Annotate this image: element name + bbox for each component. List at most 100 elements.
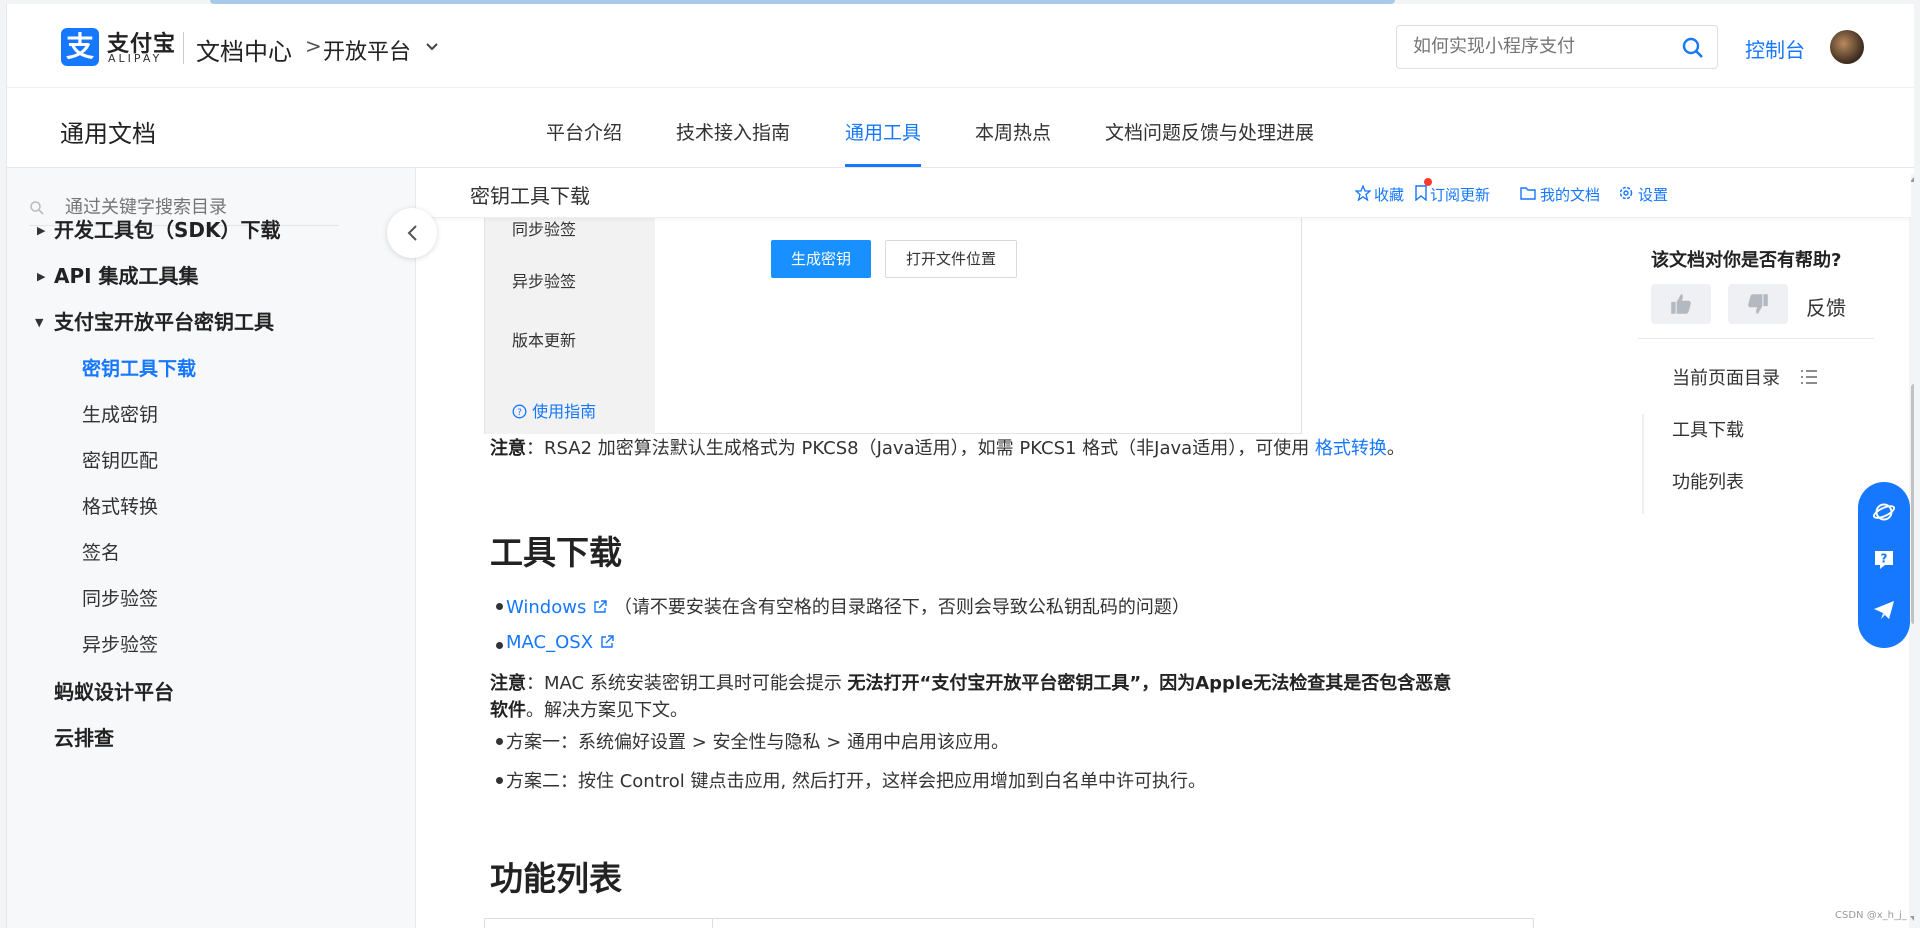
sidebar-item-generate-key[interactable]: 生成密钥 bbox=[82, 400, 158, 427]
windows-note: （请不要安装在含有空格的目录路径下，否则会导致公私钥乱码的问题） bbox=[613, 597, 1190, 618]
bookmark-icon[interactable] bbox=[1414, 185, 1428, 201]
heading-feature-list: 功能列表 bbox=[490, 859, 622, 898]
sidebar-item-key-tool[interactable]: 支付宝开放平台密钥工具 bbox=[54, 306, 274, 335]
right-panel-divider bbox=[1638, 338, 1874, 339]
sidebar-item-sdk-download[interactable]: 开发工具包（SDK）下载 bbox=[54, 214, 281, 243]
note-bold: 无法打开“支付宝开放平台密钥工具”，因为Apple无法检查其是否包含恶意 bbox=[847, 673, 1452, 694]
plan-two: 方案二：按住 Control 键点击应用, 然后打开，这样会把应用增加到白名单中… bbox=[506, 771, 1206, 792]
star-icon[interactable] bbox=[1355, 185, 1371, 201]
sidebar-item-api-tools[interactable]: API 集成工具集 bbox=[54, 260, 199, 289]
format-convert-link[interactable]: 格式转换 bbox=[1315, 438, 1387, 459]
sidebar-item-cloud-check[interactable]: 云排查 bbox=[54, 722, 114, 751]
note-end: 。解决方案见下文。 bbox=[526, 700, 688, 721]
logo-subtext: ALIPAY bbox=[108, 52, 163, 65]
screenshot-open-folder-button: 打开文件位置 bbox=[885, 240, 1017, 278]
sidebar: ▶ 开发工具包（SDK）下载 ▶ API 集成工具集 ▼ 支付宝开放平台密钥工具… bbox=[7, 168, 416, 928]
nav-title: 通用文档 bbox=[60, 120, 156, 148]
thumbs-down-icon bbox=[1748, 294, 1768, 314]
search-icon[interactable] bbox=[1681, 36, 1705, 60]
note-text: ：MAC 系统安装密钥工具时可能会提示 bbox=[526, 673, 848, 694]
floating-action-bar: ? bbox=[1858, 482, 1910, 648]
doc-center-link[interactable]: 文档中心 bbox=[196, 32, 292, 67]
toc-rail bbox=[1642, 414, 1644, 514]
help-question-icon[interactable]: ? bbox=[1872, 548, 1896, 572]
sidebar-item-ant-design[interactable]: 蚂蚁设计平台 bbox=[54, 676, 174, 705]
tab-weekly-hot[interactable]: 本周热点 bbox=[975, 118, 1051, 145]
note-end: 。 bbox=[1386, 438, 1405, 459]
plan-one: 方案一：系统偏好设置 > 安全性与隐私 > 通用中启用该应用。 bbox=[506, 732, 1010, 753]
sidebar-item-sign[interactable]: 签名 bbox=[82, 538, 120, 565]
tab-common-tools[interactable]: 通用工具 bbox=[845, 118, 921, 145]
doc-nav: 通用文档 平台介绍 技术接入指南 通用工具 本周热点 文档问题反馈与处理进展 bbox=[7, 88, 1914, 168]
breadcrumb-separator: > bbox=[305, 34, 322, 58]
doc-title: 密钥工具下载 bbox=[470, 184, 590, 208]
sidebar-item-format-convert[interactable]: 格式转换 bbox=[82, 492, 158, 519]
note-bold-2: 软件 bbox=[490, 700, 526, 721]
thumbs-up-icon bbox=[1671, 294, 1691, 314]
windows-download-link[interactable]: Windows bbox=[506, 597, 586, 618]
note-label: 注意 bbox=[490, 673, 526, 694]
caret-right-icon[interactable]: ▶ bbox=[37, 270, 45, 283]
note-label: 注意 bbox=[490, 438, 526, 459]
svg-text:?: ? bbox=[517, 408, 522, 418]
list-item: MAC_OSX bbox=[496, 632, 615, 653]
site-header: 支 支付宝 ALIPAY 文档中心 > 开放平台 控制台 bbox=[7, 4, 1914, 88]
tab-platform-intro[interactable]: 平台介绍 bbox=[546, 118, 622, 145]
tab-doc-feedback[interactable]: 文档问题反馈与处理进展 bbox=[1105, 118, 1314, 145]
scroll-down-arrow-icon[interactable] bbox=[1910, 914, 1914, 922]
toc-title: 当前页面目录 bbox=[1672, 368, 1780, 389]
settings-button[interactable]: 设置 bbox=[1638, 184, 1668, 205]
heading-tool-download: 工具下载 bbox=[490, 533, 622, 572]
active-tab-underline bbox=[845, 164, 921, 167]
note-text: ：RSA2 加密算法默认生成格式为 PKCS8（Java适用），如需 PKCS1… bbox=[526, 438, 1315, 459]
question-circle-icon: ? bbox=[512, 404, 527, 419]
caret-down-icon[interactable]: ▼ bbox=[35, 316, 43, 329]
screenshot-menu-item: 同步验签 bbox=[512, 220, 577, 239]
chevron-down-icon[interactable] bbox=[425, 40, 439, 56]
thumbs-up-button[interactable] bbox=[1651, 284, 1711, 324]
user-avatar[interactable] bbox=[1830, 30, 1864, 64]
toc-item-feature-list[interactable]: 功能列表 bbox=[1672, 468, 1744, 494]
external-link-icon[interactable] bbox=[592, 599, 608, 615]
folder-icon[interactable] bbox=[1520, 186, 1536, 200]
my-docs-button[interactable]: 我的文档 bbox=[1540, 184, 1600, 205]
subscribe-button[interactable]: 订阅更新 bbox=[1430, 184, 1490, 205]
header-search-input[interactable] bbox=[1411, 35, 1671, 58]
list-item: 方案一：系统偏好设置 > 安全性与隐私 > 通用中启用该应用。 bbox=[495, 728, 1010, 754]
page-scrollbar-thumb[interactable] bbox=[1911, 384, 1914, 624]
doc-content: 密钥工具下载 收藏 订阅更新 我的文档 设置 同步验签 异步验签 版本更新 ? … bbox=[416, 168, 1911, 928]
alipay-logo-icon[interactable]: 支 bbox=[61, 28, 99, 66]
gear-icon[interactable] bbox=[1618, 185, 1634, 201]
sidebar-item-key-match[interactable]: 密钥匹配 bbox=[82, 446, 158, 473]
caret-right-icon[interactable]: ▶ bbox=[37, 224, 45, 237]
external-link-icon[interactable] bbox=[599, 634, 615, 650]
list-item: 方案二：按住 Control 键点击应用, 然后打开，这样会把应用增加到白名单中… bbox=[496, 767, 1206, 793]
sidebar-item-sync-verify[interactable]: 同步验签 bbox=[82, 584, 158, 611]
logo-divider bbox=[183, 32, 184, 64]
feedback-button[interactable]: 反馈 bbox=[1806, 292, 1846, 321]
header-search[interactable] bbox=[1396, 25, 1718, 69]
sidebar-item-key-tool-download[interactable]: 密钥工具下载 bbox=[82, 354, 196, 381]
tab-tech-guide[interactable]: 技术接入指南 bbox=[676, 118, 790, 145]
toc-item-tool-download[interactable]: 工具下载 bbox=[1672, 416, 1744, 442]
open-platform-selector[interactable]: 开放平台 bbox=[323, 34, 411, 66]
screenshot-guide-link: ? 使用指南 bbox=[512, 398, 596, 422]
sidebar-item-async-verify[interactable]: 异步验签 bbox=[82, 630, 158, 657]
thumbs-down-button[interactable] bbox=[1728, 284, 1788, 324]
screenshot-generate-button: 生成密钥 bbox=[771, 240, 871, 278]
search-icon bbox=[30, 201, 44, 215]
doc-toolbar: 密钥工具下载 收藏 订阅更新 我的文档 设置 bbox=[416, 168, 1911, 218]
mac-download-link[interactable]: MAC_OSX bbox=[506, 632, 593, 653]
screenshot-guide-label: 使用指南 bbox=[532, 402, 597, 421]
sidebar-collapse-button[interactable] bbox=[387, 208, 437, 258]
list-item: Windows （请不要安装在含有空格的目录路径下，否则会导致公私钥乱码的问题） bbox=[496, 593, 1190, 619]
planet-icon[interactable] bbox=[1872, 500, 1896, 524]
screenshot-menu-item: 异步验签 bbox=[512, 272, 577, 291]
console-link[interactable]: 控制台 bbox=[1745, 34, 1805, 63]
watermark: CSDN @x_h_j_ bbox=[1835, 910, 1907, 921]
send-feedback-icon[interactable] bbox=[1872, 598, 1896, 622]
tool-screenshot-menu: 同步验签 异步验签 版本更新 ? 使用指南 bbox=[485, 218, 655, 434]
feature-table bbox=[484, 918, 1534, 928]
list-icon[interactable] bbox=[1800, 369, 1818, 385]
favorite-button[interactable]: 收藏 bbox=[1374, 184, 1404, 205]
